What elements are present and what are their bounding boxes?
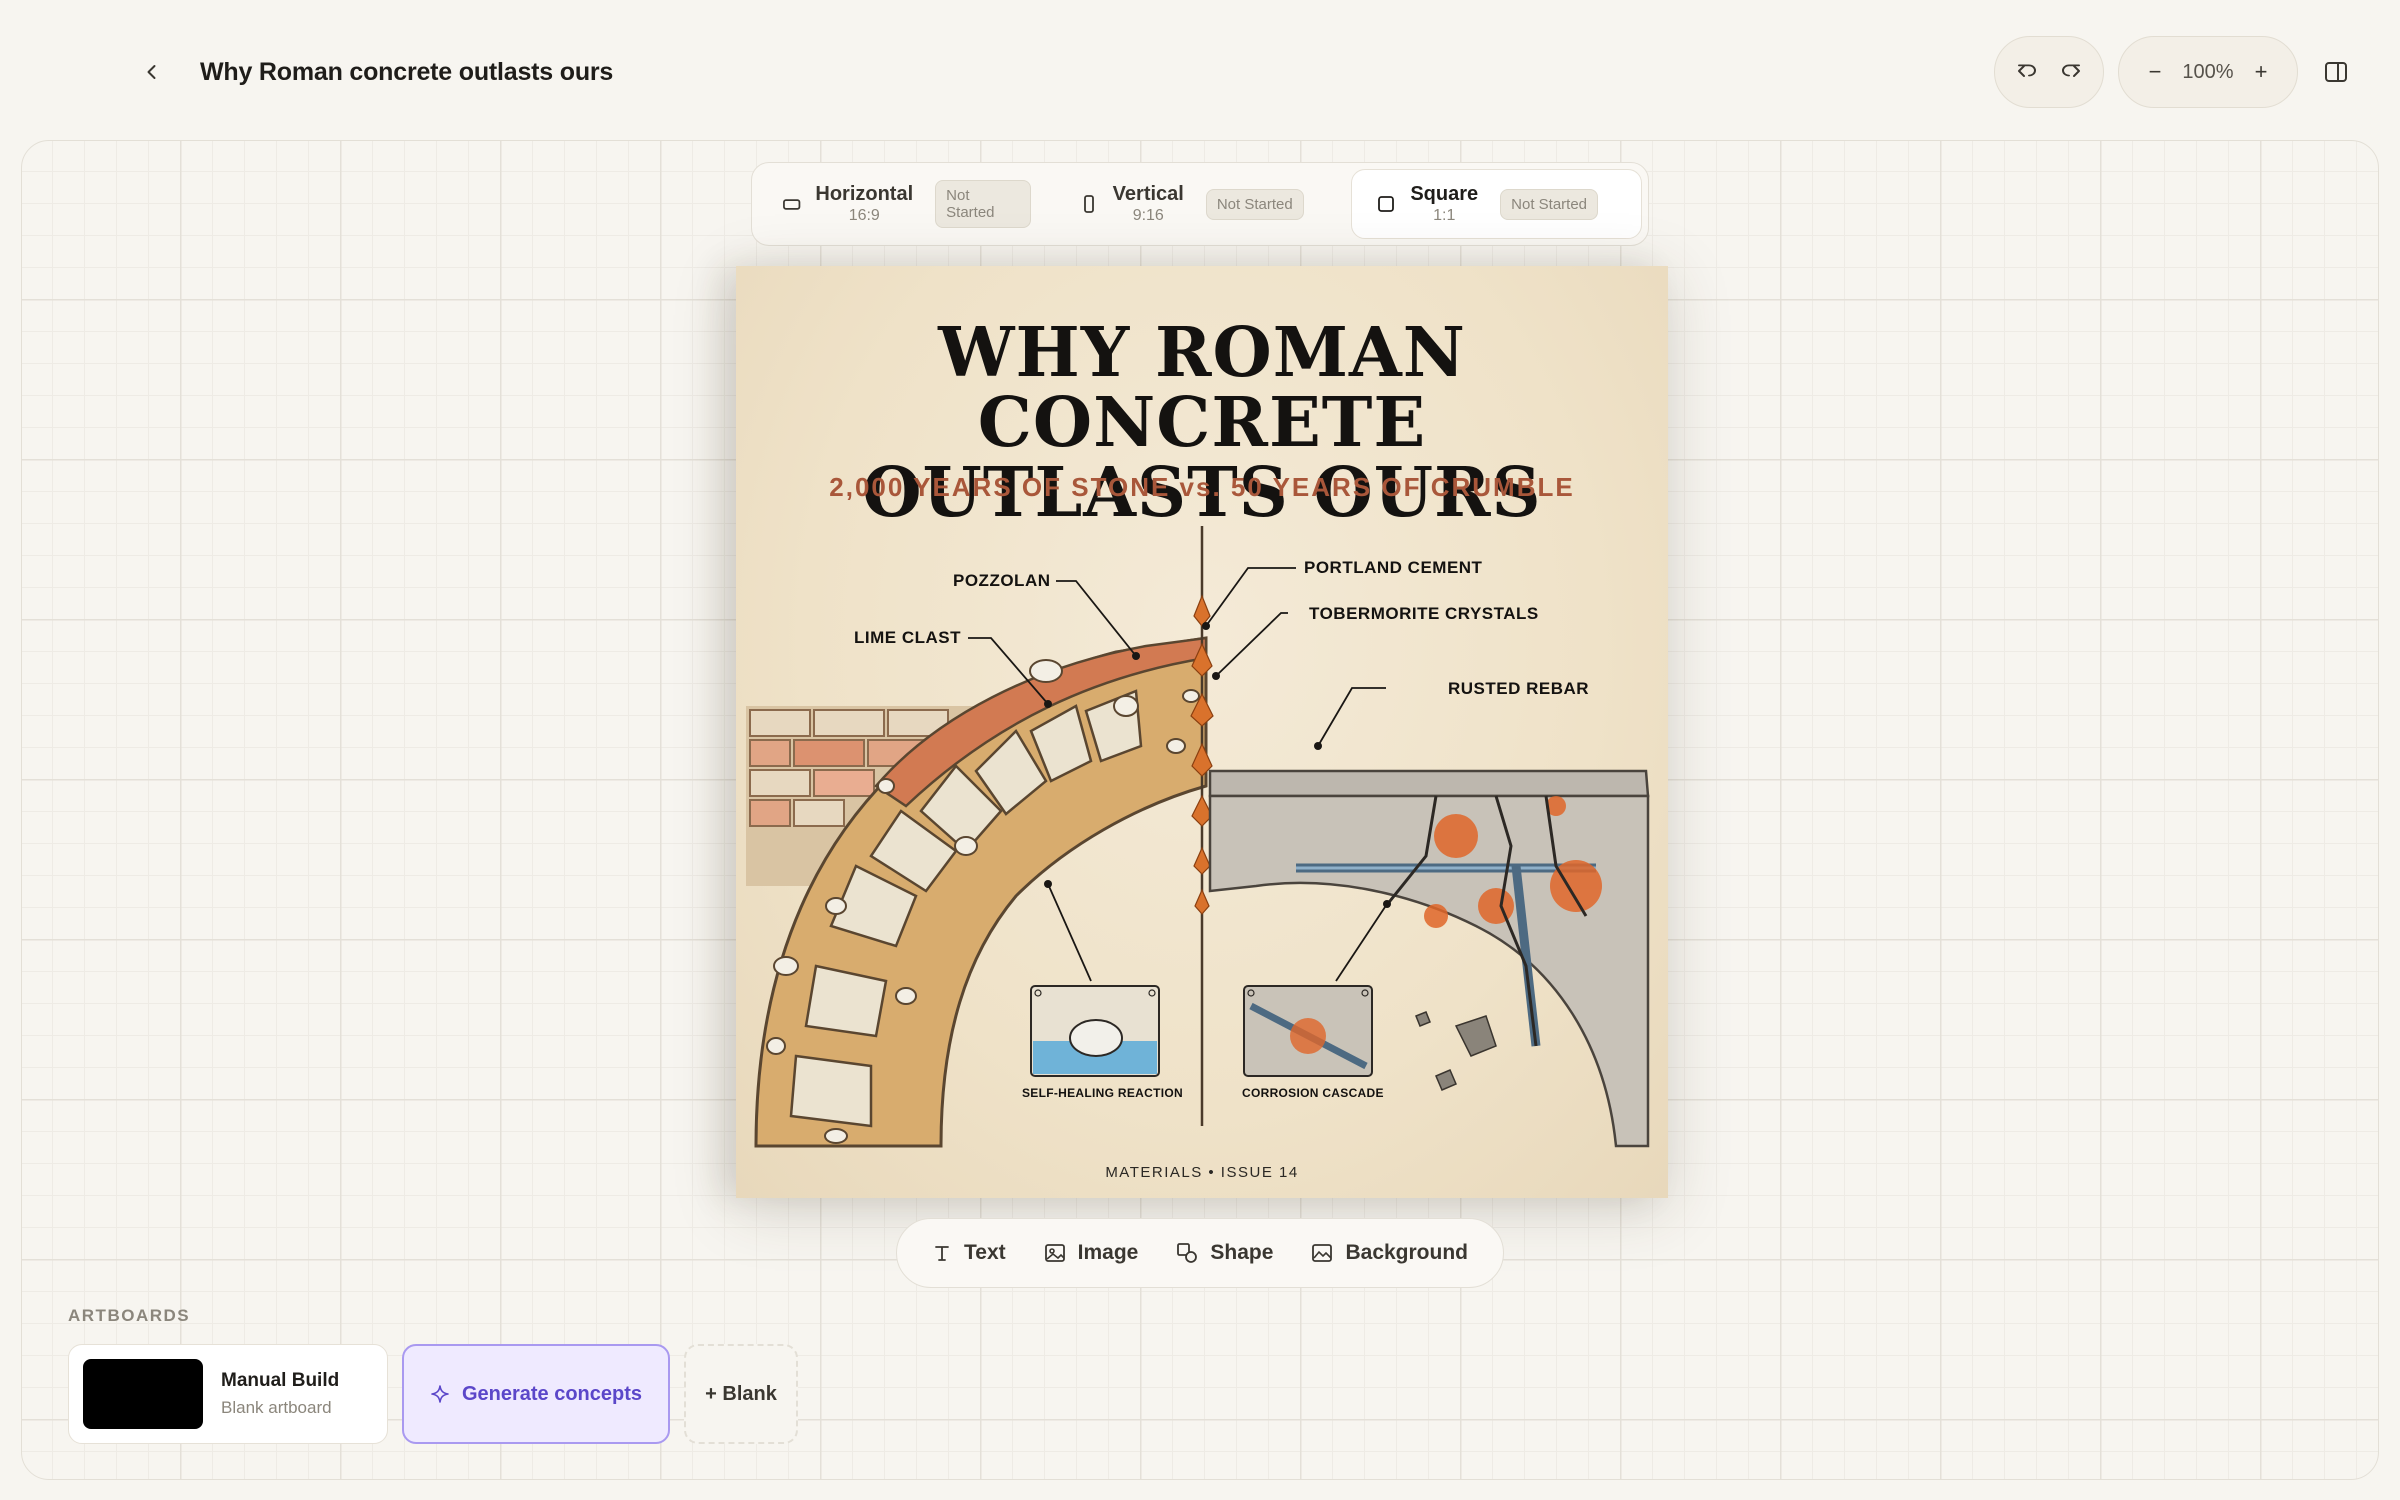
status-badge: Not Started xyxy=(1205,188,1304,220)
landscape-frame-icon xyxy=(783,199,801,210)
add-text-button[interactable]: Text xyxy=(932,1241,1006,1265)
artboard-card-manual-build[interactable]: Manual Build Blank artboard xyxy=(68,1344,388,1444)
background-label: Background xyxy=(1345,1241,1468,1264)
corrosion-inset xyxy=(1243,985,1373,1077)
add-blank-artboard-button[interactable]: + Blank xyxy=(684,1344,798,1444)
format-ratio: 9:16 xyxy=(1132,207,1164,225)
add-image-label: Image xyxy=(1077,1241,1139,1264)
portrait-frame-icon xyxy=(1083,195,1094,213)
chevron-left-icon xyxy=(147,65,156,79)
format-ratio: 1:1 xyxy=(1433,207,1456,225)
square-artboard[interactable]: WHY ROMAN CONCRETE OUTLASTS OURS 2,000 Y… xyxy=(736,266,1668,1198)
zoom-controls: − 100% + xyxy=(2118,36,2298,108)
square-frame-icon xyxy=(1378,196,1395,212)
poster-footer: MATERIALS • ISSUE 14 xyxy=(1105,1164,1299,1181)
sparkle-icon xyxy=(431,1385,449,1403)
label-corrosion: CORROSION CASCADE xyxy=(1242,1086,1384,1100)
zoom-in-button[interactable]: + xyxy=(2247,59,2275,85)
concrete-comparison-illustration xyxy=(746,526,1650,1148)
undo-icon xyxy=(2018,64,2036,77)
artboards-heading: ARTBOARDS xyxy=(68,1306,191,1325)
add-shape-button[interactable]: Shape xyxy=(1176,1241,1273,1265)
sidebar-panel-icon xyxy=(2325,62,2347,82)
generate-concepts-button[interactable]: Generate concepts xyxy=(402,1344,670,1444)
background-button[interactable]: Background xyxy=(1311,1241,1468,1265)
artboard-card-name: Manual Build xyxy=(221,1370,340,1391)
undo-button[interactable] xyxy=(2007,52,2047,92)
insert-toolbar: Text Image Shape Background xyxy=(896,1218,1504,1288)
label-self-healing: SELF-HEALING REACTION xyxy=(1022,1086,1183,1100)
text-icon xyxy=(935,1246,949,1261)
shape-icon xyxy=(1177,1243,1198,1263)
label-rusted-rebar: RUSTED REBAR xyxy=(1448,679,1590,698)
status-badge: Not Started xyxy=(935,180,1031,228)
format-tab-horizontal[interactable]: Horizontal 16:9 Not Started xyxy=(758,169,1047,239)
artboard-thumbnail xyxy=(83,1359,203,1429)
artboard-card-subtitle: Blank artboard xyxy=(221,1398,332,1417)
format-name: Square xyxy=(1410,183,1479,206)
format-ratio: 16:9 xyxy=(848,207,880,225)
add-text-label: Text xyxy=(964,1241,1006,1264)
format-name: Vertical xyxy=(1112,183,1184,206)
label-pozzolan: POZZOLAN xyxy=(953,571,1051,590)
zoom-level: 100% xyxy=(2182,60,2234,83)
redo-icon xyxy=(2062,64,2080,77)
page-title: Why Roman concrete outlasts ours xyxy=(200,58,614,86)
format-tab-square[interactable]: Square 1:1 Not Started xyxy=(1351,169,1643,239)
history-controls xyxy=(1994,36,2104,108)
status-badge: Not Started xyxy=(1500,188,1599,220)
generate-concepts-label: Generate concepts xyxy=(461,1382,643,1405)
format-selector: Horizontal 16:9 Not Started Vertical 9:1… xyxy=(751,162,1649,246)
label-portland-cement: PORTLAND CEMENT xyxy=(1304,558,1483,577)
image-icon xyxy=(1044,1244,1065,1262)
zoom-out-button[interactable]: − xyxy=(2141,59,2169,85)
self-healing-inset xyxy=(1030,985,1160,1077)
background-icon xyxy=(1312,1244,1333,1262)
format-name: Horizontal xyxy=(815,183,914,206)
redo-button[interactable] xyxy=(2051,52,2091,92)
label-tobermorite: TOBERMORITE CRYSTALS xyxy=(1309,604,1539,623)
back-button[interactable] xyxy=(132,52,172,92)
panel-toggle-button[interactable] xyxy=(2316,52,2356,92)
add-image-button[interactable]: Image xyxy=(1044,1241,1139,1265)
add-shape-label: Shape xyxy=(1210,1241,1274,1264)
label-lime-clast: LIME CLAST xyxy=(854,628,961,647)
format-tab-vertical[interactable]: Vertical 9:16 Not Started xyxy=(1055,169,1344,239)
